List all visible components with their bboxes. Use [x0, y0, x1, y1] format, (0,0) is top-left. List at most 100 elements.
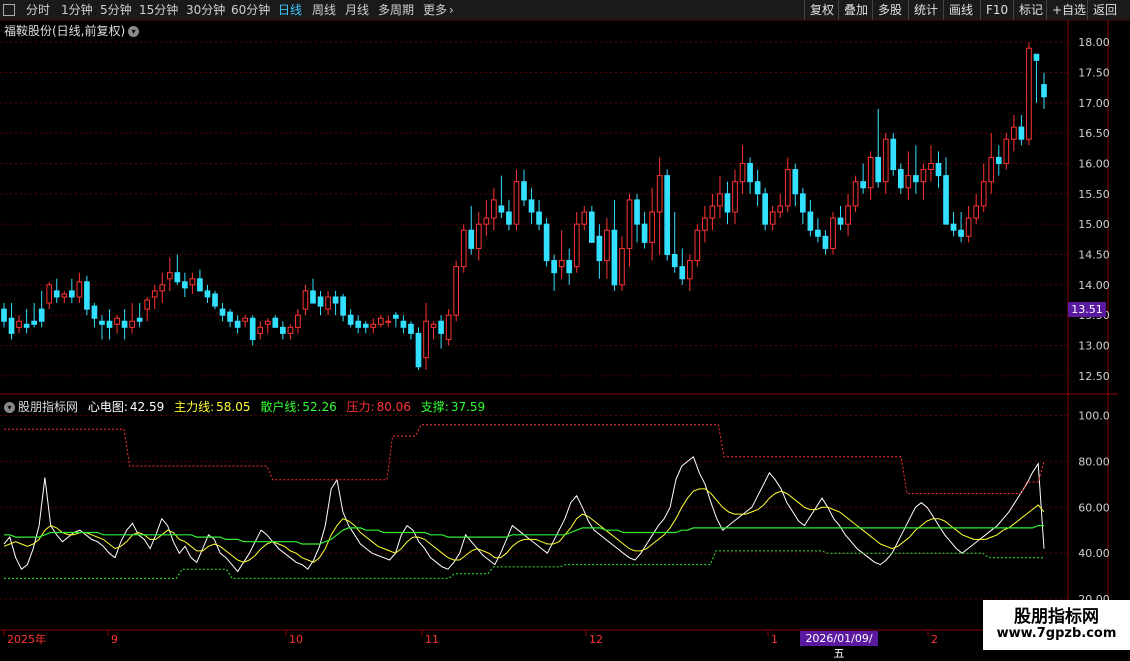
candle-body: [943, 175, 949, 225]
candle-body: [249, 317, 256, 340]
candle-body: [581, 211, 588, 225]
candle-body: [408, 323, 414, 334]
candle-body: [400, 320, 407, 328]
zhuli-label: 主力线:: [174, 400, 215, 414]
candle-body: [890, 138, 897, 171]
candle-body: [38, 308, 45, 322]
cursor-date-tag: 2026/01/09/五: [800, 631, 878, 660]
candle-body: [1, 308, 7, 322]
xindiantu-label: 心电图:: [87, 400, 128, 414]
candle-body: [174, 272, 181, 283]
candle-body: [506, 211, 512, 225]
candle-body: [626, 199, 633, 249]
candle-body: [159, 284, 166, 292]
time-tick-label: 9: [111, 633, 118, 646]
candle-body: [671, 254, 678, 268]
candle-body: [272, 317, 279, 328]
zhuli-line: [3, 488, 1045, 563]
indicator-tick-label: 100.0: [1078, 409, 1110, 422]
candle-body: [325, 296, 331, 310]
candle-body: [528, 199, 535, 213]
candle-body: [340, 296, 346, 316]
candle-body: [498, 205, 505, 213]
chart-canvas[interactable]: 18.00 17.50 17.00 16.50 16.00 15.50 15.00 14.50…: [0, 0, 1130, 650]
time-tick-label: 1: [771, 633, 778, 646]
xindiantu-value: 42.59: [129, 400, 165, 414]
candle-body: [604, 229, 610, 262]
candle-body: [144, 299, 151, 310]
candle-body: [649, 211, 655, 243]
candle-body: [769, 211, 776, 225]
candle-body: [980, 181, 987, 207]
candle-body: [347, 314, 354, 325]
candle-body: [566, 260, 573, 274]
candle-body: [792, 169, 799, 195]
candle-body: [558, 260, 565, 268]
candle-body: [438, 320, 444, 334]
watermark: 股朋指标网 www.7gpzb.com: [983, 600, 1130, 650]
candle-body: [219, 308, 226, 316]
candle-body: [641, 223, 648, 243]
candle-body: [84, 281, 90, 310]
candle-body: [747, 162, 753, 183]
time-tick-label: 2: [931, 633, 938, 646]
candle-body: [370, 323, 377, 328]
candle-body: [114, 317, 120, 325]
candle-body: [830, 217, 836, 249]
candle-body: [822, 235, 829, 249]
candle-body: [197, 278, 203, 292]
watermark-title: 股朋指标网: [1014, 607, 1099, 627]
indicator-chevron-icon[interactable]: ▾: [4, 402, 15, 413]
candle-body: [702, 217, 708, 231]
candle-body: [460, 229, 467, 268]
candle-body: [905, 175, 912, 189]
candle-body: [415, 332, 422, 368]
time-tick-label: 11: [425, 633, 439, 646]
price-tick-label: 17.00: [1078, 97, 1110, 110]
candle-body: [31, 320, 37, 325]
candle-body: [151, 290, 158, 298]
candle-body: [468, 229, 475, 249]
candle-body: [958, 229, 964, 237]
candle-body: [234, 320, 241, 328]
candle-body: [295, 314, 301, 328]
candle-body: [385, 320, 392, 323]
candle-body: [23, 323, 30, 328]
candle-body: [317, 296, 324, 307]
price-tick-label: 13.00: [1078, 340, 1110, 353]
sanhu-line: [4, 525, 1044, 545]
candle-body: [588, 211, 595, 243]
yali-value: 80.06: [376, 400, 411, 414]
candle-body: [860, 181, 866, 189]
candle-body: [596, 235, 603, 262]
yali-line: [4, 424, 1045, 494]
candle-body: [302, 290, 309, 310]
candle-body: [1026, 47, 1032, 140]
price-tick-label: 14.50: [1078, 249, 1110, 262]
zhicheng-value: 37.59: [450, 400, 486, 414]
candle-body: [777, 205, 784, 213]
sanhu-value: 52.26: [302, 400, 337, 414]
candle-body: [1041, 84, 1047, 98]
candle-body: [619, 247, 625, 286]
indicator-name: 股朋指标网: [18, 400, 79, 414]
candle-body: [536, 211, 542, 225]
candle-body: [393, 314, 399, 319]
candle-body: [99, 320, 105, 325]
candle-body: [68, 290, 75, 298]
candle-body: [189, 278, 196, 286]
candle-body: [287, 326, 294, 334]
price-tick-label: 14.00: [1078, 279, 1110, 292]
candle-body: [483, 217, 490, 225]
candle-body: [182, 281, 188, 289]
candle-body: [91, 305, 98, 319]
candle-body: [1011, 126, 1017, 140]
candle-body: [815, 229, 821, 237]
price-tick-label: 15.00: [1078, 218, 1110, 231]
candle-body: [754, 181, 761, 195]
candle-body: [679, 266, 686, 280]
candle-body: [882, 138, 889, 183]
zhicheng-line: [4, 550, 1044, 579]
candle-body: [694, 229, 701, 262]
candle-body: [852, 181, 859, 207]
